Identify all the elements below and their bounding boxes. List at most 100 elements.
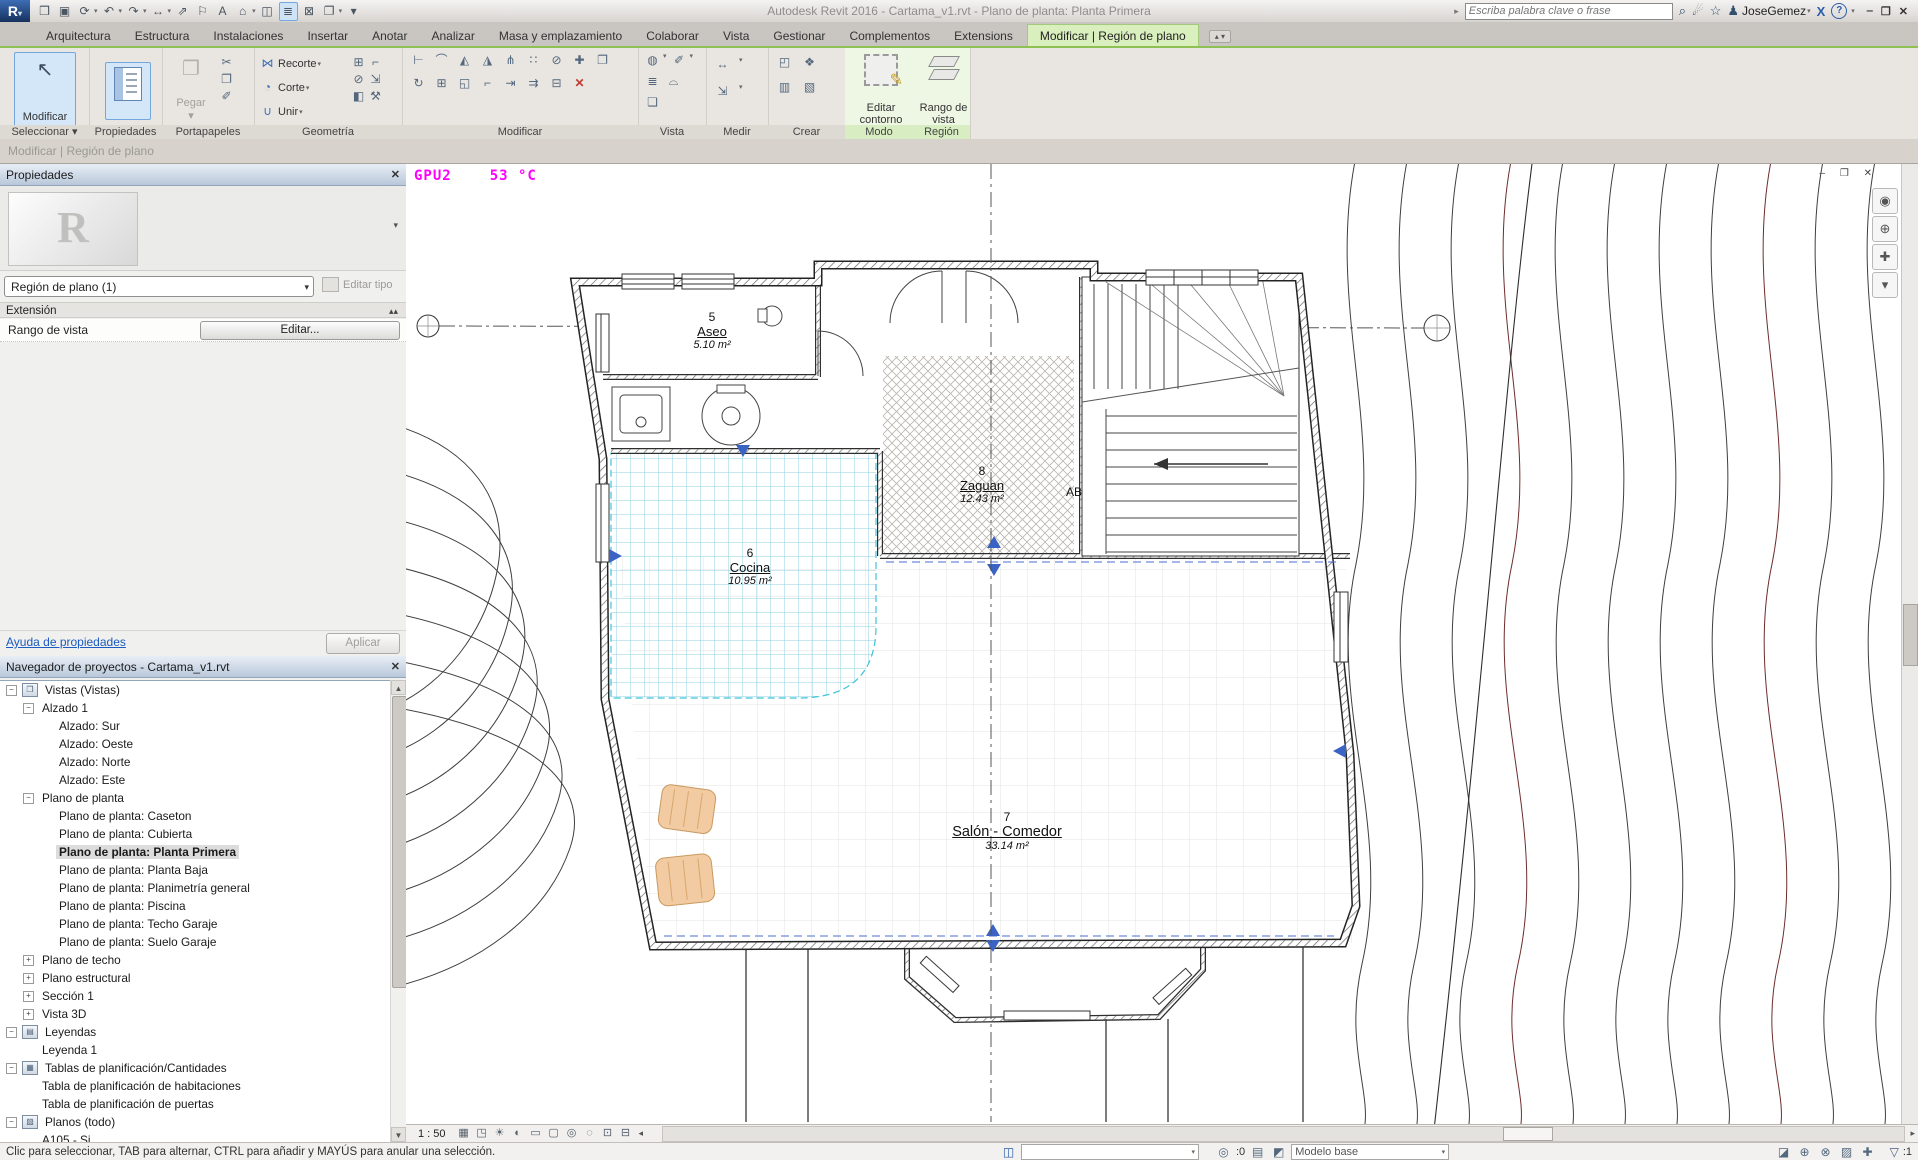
project-browser-header[interactable]: Navegador de proyectos - Cartama_v1.rvt … xyxy=(0,656,406,678)
panel-label-region[interactable]: Región xyxy=(913,125,970,140)
mirror-axis-icon[interactable]: ◮ xyxy=(479,52,496,69)
hide-elements-icon[interactable]: ◍ xyxy=(644,52,661,69)
detail-level-icon[interactable]: ▦ xyxy=(456,1126,472,1141)
search-input[interactable] xyxy=(1465,3,1673,20)
browser-scrollbar[interactable]: ▲ ▼ xyxy=(390,680,406,1142)
tree-item-alzado-oeste[interactable]: Alzado: Oeste xyxy=(0,735,406,753)
collapse-icon[interactable]: − xyxy=(6,1063,17,1074)
panel-label-vista[interactable]: Vista xyxy=(638,125,706,140)
hscroll-right-icon[interactable]: ▸ xyxy=(1907,1128,1918,1139)
copy-icon[interactable]: ❐ xyxy=(594,52,611,69)
tree-item-plano-de-planta-piscina[interactable]: Plano de planta: Piscina xyxy=(0,897,406,915)
modify-button[interactable]: ↖ Modificar xyxy=(14,52,76,128)
tree-item-tabla-de-planificación-de-habitaciones[interactable]: Tabla de planificación de habitaciones xyxy=(0,1077,406,1095)
tab-complementos[interactable]: Complementos xyxy=(837,25,942,46)
worksets-icon[interactable]: ◫ xyxy=(1000,1144,1017,1160)
lock-view-icon[interactable]: ⊡ xyxy=(600,1126,616,1141)
steering-wheel-icon[interactable]: ◉ xyxy=(1872,188,1898,214)
expand-icon[interactable]: + xyxy=(23,973,34,984)
panel-label-medir[interactable]: Medir xyxy=(706,125,768,140)
cut-icon[interactable]: ✂ xyxy=(218,54,235,71)
pin-select-icon[interactable]: ⊗ xyxy=(1817,1144,1834,1160)
minimize-button[interactable]: ‒ xyxy=(1867,5,1873,18)
scroll-down-icon[interactable]: ▼ xyxy=(391,1127,406,1142)
unpin-icon[interactable]: ⊟ xyxy=(548,75,565,92)
tab-anotar[interactable]: Anotar xyxy=(360,25,419,46)
split-gap-icon[interactable]: ∷ xyxy=(525,52,542,69)
tree-item-alzado-sur[interactable]: Alzado: Sur xyxy=(0,717,406,735)
type-preview-caret-icon[interactable]: ▾ xyxy=(393,220,398,231)
trim-single-icon[interactable]: ⇥ xyxy=(502,75,519,92)
tree-item-vista-3d[interactable]: +Vista 3D xyxy=(0,1005,406,1023)
recorte-button[interactable]: ⋈Recorte▾ xyxy=(260,54,321,73)
collapse-icon[interactable]: − xyxy=(23,703,34,714)
view-window-controls[interactable]: ‒ ❐ ✕ xyxy=(1820,168,1878,179)
communication-center-icon[interactable]: ☄ xyxy=(1692,3,1704,19)
panel-label-modificar[interactable]: Modificar xyxy=(402,125,638,140)
hscroll-left-icon[interactable]: ◂ xyxy=(636,1128,647,1139)
edit-boundary-button[interactable]: Editar contorno xyxy=(851,50,911,130)
view-range-edit-button[interactable]: Editar... xyxy=(200,321,400,340)
properties-palette-header[interactable]: Propiedades ✕ xyxy=(0,164,406,186)
room-label-cocina[interactable]: 6Cocina10.95 m² xyxy=(728,546,771,587)
measure-tool-icon[interactable]: ↔ xyxy=(714,56,731,73)
application-menu-button[interactable]: R▾ xyxy=(0,0,30,22)
panel-label-seleccionar[interactable]: Seleccionar ▾ xyxy=(0,125,89,140)
properties-toggle-button[interactable] xyxy=(105,62,151,120)
design-option-select[interactable]: Modelo base▾ xyxy=(1291,1144,1449,1160)
split-icon[interactable]: ⋔ xyxy=(502,52,519,69)
tab-arquitectura[interactable]: Arquitectura xyxy=(34,25,123,46)
room-label-salón-comedor[interactable]: 7Salón - Comedor33.14 m² xyxy=(952,810,1062,852)
panel-label-portapapeles[interactable]: Portapapeles xyxy=(162,125,254,140)
open-file-icon[interactable]: ❒ xyxy=(36,3,53,20)
help-caret-icon[interactable]: ▾ xyxy=(1851,7,1855,15)
collapse-chevron-icon[interactable]: ▴▴ xyxy=(389,303,398,319)
drawing-area[interactable]: GPU253 °C ‒ ❐ ✕ ◉⊕✚▾ xyxy=(406,164,1918,1124)
section-icon[interactable]: ◫ xyxy=(259,3,276,20)
exchange-apps-icon[interactable]: X xyxy=(1817,4,1826,19)
properties-help-link[interactable]: Ayuda de propiedades xyxy=(6,635,126,649)
tree-item-plano-de-planta-planta-baja[interactable]: Plano de planta: Planta Baja xyxy=(0,861,406,879)
tree-item-plano-de-techo[interactable]: +Plano de techo xyxy=(0,951,406,969)
tab-insertar[interactable]: Insertar xyxy=(295,25,360,46)
close-button[interactable]: ✕ xyxy=(1899,5,1908,18)
tree-item-leyendas[interactable]: −▤Leyendas xyxy=(0,1023,406,1041)
tree-item-plano-de-planta-cubierta[interactable]: Plano de planta: Cubierta xyxy=(0,825,406,843)
worksharing-display-icon[interactable]: ◪ xyxy=(1775,1144,1792,1160)
editable-only-icon[interactable]: ◎ xyxy=(1215,1144,1232,1160)
stair[interactable] xyxy=(1082,277,1299,556)
panel-label-crear[interactable]: Crear xyxy=(768,125,845,140)
thin-lines-icon[interactable]: ≣ xyxy=(279,2,298,21)
text-icon[interactable]: A xyxy=(214,3,231,20)
align-icon[interactable]: ⊢ xyxy=(410,52,427,69)
corte-button[interactable]: ◔Corte▾ xyxy=(260,78,309,97)
delete-icon[interactable]: ✕ xyxy=(571,75,588,92)
tree-item-vistas-vistas-[interactable]: −❒Vistas (Vistas) xyxy=(0,681,406,699)
expand-icon[interactable]: + xyxy=(23,955,34,966)
underlay-select-icon[interactable]: ▨ xyxy=(1838,1144,1855,1160)
paste-button[interactable]: ❐ Pegar▾ xyxy=(168,52,214,126)
canvas-hscrollbar[interactable] xyxy=(662,1126,1905,1142)
trim-multi-icon[interactable]: ⇉ xyxy=(525,75,542,92)
edit-type-button[interactable]: Editar tipo xyxy=(322,277,393,292)
panel-label-propiedades[interactable]: Propiedades xyxy=(89,125,162,140)
measure-icon-caret[interactable]: ▾ xyxy=(168,7,172,15)
paint-icon[interactable]: ◧ xyxy=(350,88,367,105)
mirror-pick-icon[interactable]: ◭ xyxy=(456,52,473,69)
aligned-dim-icon[interactable]: ⇲ xyxy=(714,83,731,100)
canvas-vscrollbar[interactable] xyxy=(1901,164,1918,1124)
aligned-dim-icon-caret[interactable]: ▾ xyxy=(739,83,743,100)
tag-icon[interactable]: ⚐ xyxy=(194,3,211,20)
scale-button[interactable]: 1 : 50 xyxy=(410,1128,454,1140)
array-icon[interactable]: ⊞ xyxy=(433,75,450,92)
undo-icon[interactable]: ↶ xyxy=(101,3,118,20)
tree-item-plano-de-planta-techo-garaje[interactable]: Plano de planta: Techo Garaje xyxy=(0,915,406,933)
redo-icon[interactable]: ↷ xyxy=(125,3,142,20)
collapse-icon[interactable]: − xyxy=(6,1027,17,1038)
create-parts-icon[interactable]: ◰ xyxy=(776,54,793,71)
expand-icon[interactable]: + xyxy=(23,991,34,1002)
apply-button[interactable]: Aplicar xyxy=(326,633,400,654)
pan-icon[interactable]: ✚ xyxy=(1872,244,1898,270)
collapse-icon[interactable]: − xyxy=(6,1117,17,1128)
help-icon[interactable]: ? xyxy=(1831,3,1847,19)
